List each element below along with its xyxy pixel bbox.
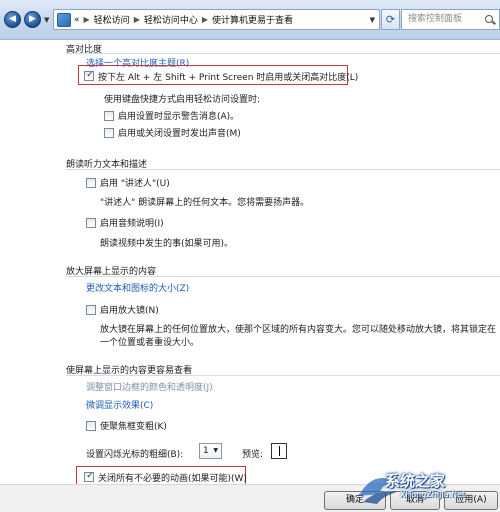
play-sound-checkbox[interactable] <box>104 128 114 138</box>
chevron-right-icon[interactable]: ▶ <box>134 15 140 24</box>
search-input[interactable]: 搜索控制面板 <box>401 9 500 30</box>
cursor-preview <box>271 443 287 459</box>
shortcut-settings-heading: 使用键盘快捷方式启用轻松访问设置时: <box>104 95 261 105</box>
checkmark-icon: ✓ <box>86 471 94 481</box>
divider <box>66 375 500 376</box>
preview-label: 预览: <box>242 450 264 460</box>
enable-magnifier-checkbox[interactable] <box>86 305 96 315</box>
chevron-down-icon[interactable]: ▼ <box>370 16 375 24</box>
change-text-size-link[interactable]: 更改文本和图标的大小(Z) <box>86 281 189 294</box>
breadcrumb-item[interactable]: 使计算机更易于查看 <box>212 13 293 26</box>
fine-tune-display-link[interactable]: 微调显示效果(C) <box>86 398 153 411</box>
control-panel-icon <box>57 12 71 27</box>
chevron-right-icon[interactable]: ▶ <box>84 15 90 24</box>
chevron-down-icon: ▼ <box>213 447 218 454</box>
chevron-right-icon[interactable]: ▶ <box>202 15 208 24</box>
narrator-description: "讲述人" 朗读屏幕上的任何文本。您将需要扬声器。 <box>100 198 310 208</box>
high-contrast-shortcut-label[interactable]: 按下左 Alt + 左 Shift + Print Screen 时启用或关闭高… <box>98 70 358 83</box>
high-contrast-shortcut-checkbox[interactable]: ✓ <box>84 70 94 81</box>
history-dropdown-icon[interactable]: ▼ <box>44 16 49 24</box>
thick-focus-checkbox[interactable] <box>86 421 96 431</box>
magnifier-description: 放大镜在屏幕上的任何位置放大，使那个区域的所有内容变大。您可以随处移动放大镜，将… <box>100 325 497 335</box>
forward-arrow-icon[interactable]: ▶ <box>24 11 41 28</box>
divider <box>66 53 500 54</box>
cursor-width-label: 设置闪烁光标的粗细(B): <box>86 450 184 460</box>
search-icon[interactable] <box>485 15 493 23</box>
back-arrow-icon[interactable]: ◀ <box>4 11 21 28</box>
disable-animations-checkbox[interactable]: ✓ <box>84 471 94 482</box>
show-warning-label[interactable]: 启用设置时显示警告消息(A)。 <box>118 109 239 122</box>
enable-narrator-checkbox[interactable] <box>86 178 96 188</box>
audio-description-text: 朗读视频中发生的事(如果可用)。 <box>100 239 234 249</box>
audio-description-label[interactable]: 启用音频说明(I) <box>100 216 164 229</box>
play-sound-label[interactable]: 启用或关闭设置时发出声音(M) <box>118 126 241 139</box>
window-color-link[interactable]: 调整窗口边框的颜色和透明度(J) <box>86 380 213 393</box>
show-warning-checkbox[interactable] <box>104 111 114 121</box>
watermark-url: XiTongZhiJia.Net <box>400 490 466 499</box>
checkmark-icon: ✓ <box>86 70 94 80</box>
audio-description-checkbox[interactable] <box>86 218 96 228</box>
watermark-text: 系统之家 <box>385 472 446 490</box>
magnifier-description-line2: 一个位置或者重设大小。 <box>100 338 200 348</box>
cursor-width-select[interactable]: 1 ▼ <box>199 443 222 459</box>
thick-focus-label[interactable]: 使聚焦框变粗(K) <box>100 419 167 432</box>
breadcrumb-overflow[interactable]: « <box>74 15 80 25</box>
address-bar[interactable]: « ▶ 轻松访问 ▶ 轻松访问中心 ▶ 使计算机更易于查看 ▼ <box>53 9 380 30</box>
cursor-width-value: 1 <box>203 446 209 456</box>
disable-animations-label[interactable]: 关闭所有不必要的动画(如果可能)(W) <box>98 471 247 484</box>
address-toolbar: ◀ ▶ ▼ « ▶ 轻松访问 ▶ 轻松访问中心 ▶ 使计算机更易于查看 ▼ ⟳ … <box>0 0 500 40</box>
enable-narrator-label[interactable]: 启用 "讲述人"(U) <box>100 176 170 189</box>
enable-magnifier-label[interactable]: 启用放大镜(N) <box>100 303 159 316</box>
refresh-icon[interactable]: ⟳ <box>381 9 400 30</box>
breadcrumb-item[interactable]: 轻松访问中心 <box>144 13 198 26</box>
search-placeholder: 搜索控制面板 <box>408 14 463 24</box>
divider <box>66 169 500 170</box>
breadcrumb-item[interactable]: 轻松访问 <box>94 13 130 26</box>
divider <box>66 276 500 277</box>
